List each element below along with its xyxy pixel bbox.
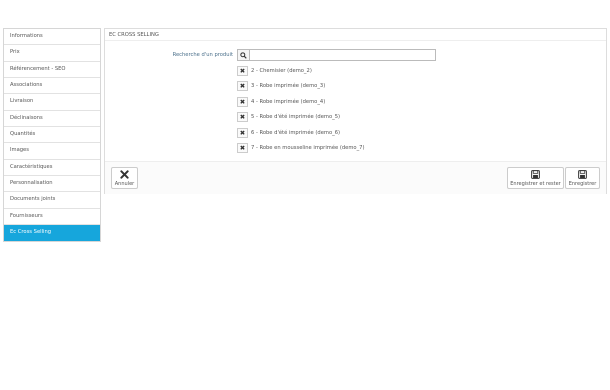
sidebar-item-informations[interactable]: Informations — [4, 29, 100, 46]
sidebar-item-prix[interactable]: Prix — [4, 45, 100, 62]
list-item: ✖ 7 - Robe en mousseline imprimée (demo_… — [237, 141, 497, 157]
product-label: 5 - Robe d'été imprimée (demo_5) — [251, 114, 341, 121]
remove-product-button[interactable]: ✖ — [237, 96, 248, 107]
search-label: Recherche d'un produit — [172, 52, 233, 58]
product-search-input[interactable] — [250, 50, 435, 60]
list-item: ✖ 6 - Robe d'été imprimée (demo_6) — [237, 125, 497, 141]
remove-product-button[interactable]: ✖ — [237, 81, 248, 92]
sidebar-item-quantites[interactable]: Quantités — [4, 127, 100, 144]
remove-product-button[interactable]: ✖ — [237, 65, 248, 76]
sidebar-item-documents-joints[interactable]: Documents joints — [4, 192, 100, 209]
close-icon: ✖ — [239, 82, 246, 90]
sidebar-item-declinaisons[interactable]: Déclinaisons — [4, 111, 100, 128]
sidebar-item-ec-cross-selling[interactable]: Ec Cross Selling — [4, 225, 100, 242]
panel-footer: Annuler Enregistrer et rester Enregistre… — [105, 161, 606, 194]
save-and-stay-label: Enregistrer et rester — [510, 180, 561, 187]
product-label: 7 - Robe en mousseline imprimée (demo_7) — [251, 145, 365, 152]
sidebar-item-caracteristiques[interactable]: Caractéristiques — [4, 160, 100, 177]
remove-product-button[interactable]: ✖ — [237, 112, 248, 123]
product-label: 3 - Robe imprimée (demo_3) — [251, 83, 326, 90]
floppy-disk-icon — [578, 170, 587, 180]
list-item: ✖ 3 - Robe imprimée (demo_3) — [237, 79, 497, 95]
product-label: 6 - Robe d'été imprimée (demo_6) — [251, 129, 341, 136]
list-item: ✖ 5 - Robe d'été imprimée (demo_5) — [237, 110, 497, 126]
close-icon: ✖ — [239, 97, 246, 106]
sidebar-item-seo[interactable]: Référencement - SEO — [4, 62, 100, 79]
cross-selling-panel: EC CROSS SELLING Recherche d'un produit … — [104, 28, 607, 194]
close-icon — [120, 170, 129, 180]
sidebar-item-personnalisation[interactable]: Personnalisation — [4, 176, 100, 193]
sidebar-item-associations[interactable]: Associations — [4, 78, 100, 95]
cancel-button[interactable]: Annuler — [111, 167, 138, 189]
panel-title: EC CROSS SELLING — [105, 29, 606, 41]
remove-product-button[interactable]: ✖ — [237, 127, 248, 138]
product-list: ✖ 2 - Chemisier (demo_2) ✖ 3 - Robe impr… — [237, 63, 497, 156]
remove-product-button[interactable]: ✖ — [237, 143, 248, 154]
save-button[interactable]: Enregistrer — [565, 167, 600, 189]
save-label: Enregistrer — [568, 180, 597, 187]
sidebar-item-fournisseurs[interactable]: Fournisseurs — [4, 209, 100, 226]
cancel-label: Annuler — [114, 180, 135, 187]
product-search — [237, 49, 436, 61]
search-icon — [238, 50, 250, 60]
close-icon: ✖ — [239, 144, 246, 152]
floppy-disk-icon — [531, 170, 540, 180]
close-icon: ✖ — [239, 128, 246, 137]
close-icon: ✖ — [239, 113, 246, 121]
save-and-stay-button[interactable]: Enregistrer et rester — [507, 167, 564, 189]
close-icon: ✖ — [239, 66, 246, 75]
list-item: ✖ 4 - Robe imprimée (demo_4) — [237, 94, 497, 110]
sidebar-item-livraison[interactable]: Livraison — [4, 94, 100, 111]
list-item: ✖ 2 - Chemisier (demo_2) — [237, 63, 497, 79]
sidebar-item-images[interactable]: Images — [4, 143, 100, 160]
sidebar: Informations Prix Référencement - SEO As… — [3, 28, 101, 243]
product-label: 4 - Robe imprimée (demo_4) — [251, 98, 326, 105]
product-label: 2 - Chemisier (demo_2) — [251, 67, 312, 74]
